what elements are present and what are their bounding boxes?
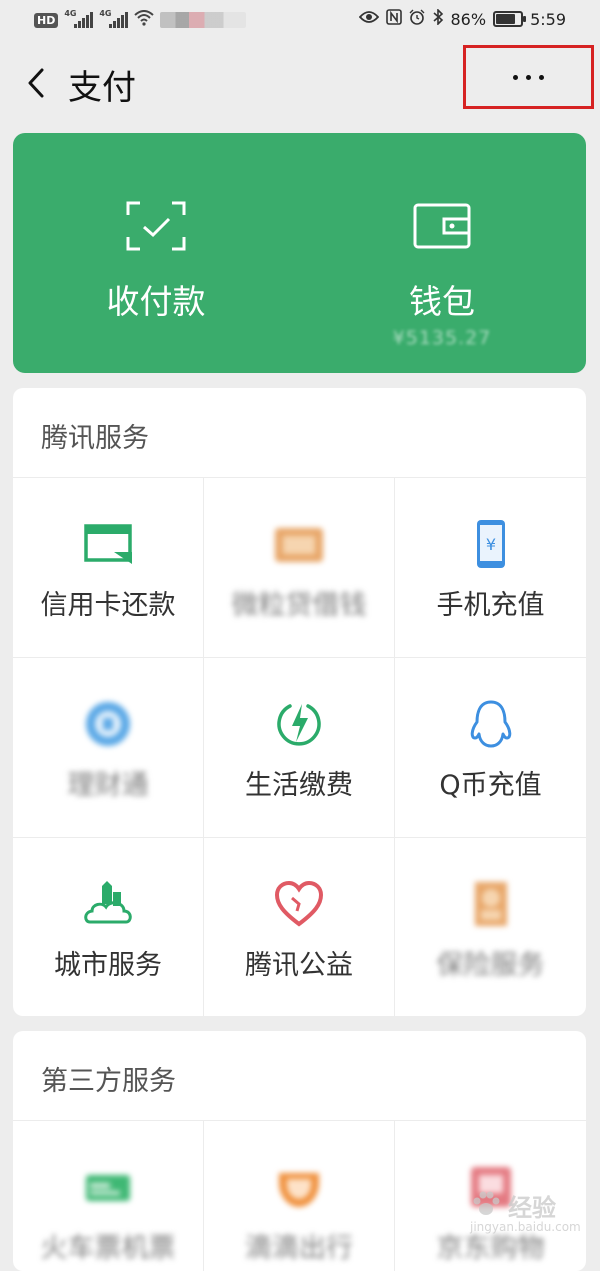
status-bar: HD 4G 4G 86% 5:59 (0, 0, 600, 42)
service-label: 城市服务 (54, 950, 162, 981)
city-service-icon (82, 878, 134, 930)
section-title: 腾讯服务 (41, 423, 149, 454)
eye-icon (358, 10, 379, 28)
pay-card: 收付款 钱包 ¥5135.27 (13, 133, 586, 373)
alarm-icon (409, 9, 425, 29)
nfc-icon (385, 9, 402, 29)
section-title: 第三方服务 (41, 1066, 176, 1097)
paw-logo-icon (470, 1190, 502, 1218)
service-label: 微粒贷借钱 (231, 590, 367, 621)
battery-icon (493, 11, 527, 27)
insurance-icon (465, 878, 517, 930)
service-label: 腾讯公益 (245, 950, 353, 981)
service-phone-recharge[interactable]: ¥ 手机充值 (395, 477, 586, 657)
service-qcoin[interactable]: Q币充值 (395, 657, 586, 837)
tencent-services-grid: 信用卡还款 微粒贷借钱 ¥ 手机充值 理财通 生活缴费 Q币充值 城市服务 腾讯… (13, 477, 586, 1016)
clock-time: 5:59 (530, 9, 566, 29)
wallet-icon (412, 201, 472, 251)
service-credit-card[interactable]: 信用卡还款 (13, 477, 204, 657)
service-label: 信用卡还款 (40, 590, 176, 621)
credit-card-icon (82, 518, 134, 570)
signal-1-icon: 4G (64, 9, 94, 28)
wallet-button[interactable]: 钱包 ¥5135.27 (299, 133, 585, 373)
service-train-ticket[interactable]: 火车票机票 (13, 1120, 204, 1271)
didi-icon (273, 1161, 325, 1213)
battery-percent: 86% (450, 9, 487, 29)
status-left: HD 4G 4G (34, 9, 247, 30)
svg-text:¥: ¥ (485, 535, 495, 554)
collect-pay-label: 收付款 (106, 282, 206, 321)
train-ticket-icon (82, 1161, 134, 1213)
service-didi[interactable]: 滴滴出行 (204, 1120, 395, 1271)
service-label: 火车票机票 (40, 1233, 176, 1264)
signal-2-icon: 4G (99, 9, 129, 28)
wifi-icon (134, 10, 155, 30)
tencent-services-section: 腾讯服务 信用卡还款 微粒贷借钱 ¥ 手机充值 理财通 生活缴费 Q币充值 城市… (13, 388, 586, 1016)
service-wealth[interactable]: 理财通 (13, 657, 204, 837)
qq-penguin-icon (465, 698, 517, 750)
blurred-notification-icons (160, 12, 247, 28)
status-right: 86% 5:59 (358, 8, 566, 29)
bluetooth-icon (432, 8, 444, 29)
back-arrow-icon[interactable] (22, 64, 52, 102)
service-label: 生活缴费 (245, 770, 353, 801)
more-dot-icon (539, 74, 544, 80)
service-label: 滴滴出行 (245, 1233, 353, 1264)
charity-heart-icon (273, 878, 325, 930)
more-dot-icon (526, 74, 531, 80)
service-charity[interactable]: 腾讯公益 (204, 837, 395, 1016)
battery-fill (496, 14, 515, 24)
hd-badge: HD (34, 12, 59, 28)
page-title: 支付 (68, 68, 136, 108)
more-dot-icon (513, 74, 518, 80)
scan-check-icon (126, 201, 186, 251)
service-label: Q币充值 (439, 770, 542, 801)
watermark-url: jingyan.baidu.com (470, 1220, 581, 1234)
wealth-icon (82, 698, 134, 750)
phone-recharge-icon: ¥ (465, 518, 517, 570)
wallet-balance: ¥5135.27 (392, 327, 492, 349)
service-insurance[interactable]: 保险服务 (395, 837, 586, 1016)
collect-pay-button[interactable]: 收付款 (13, 133, 299, 373)
network-label-2: 4G (99, 9, 112, 18)
more-options-button[interactable] (463, 45, 594, 109)
service-label: 保险服务 (436, 950, 545, 981)
network-label-1: 4G (64, 9, 77, 18)
loan-icon (273, 518, 325, 570)
utility-bill-icon (273, 698, 325, 750)
baidu-jingyan-watermark: 经验 jingyan.baidu.com (470, 1188, 590, 1238)
service-label: 手机充值 (436, 590, 545, 621)
service-utility[interactable]: 生活缴费 (204, 657, 395, 837)
title-bar: 支付 (0, 42, 600, 124)
watermark-brand: 经验 (508, 1194, 556, 1222)
wallet-label: 钱包 (409, 282, 475, 321)
service-loan[interactable]: 微粒贷借钱 (204, 477, 395, 657)
service-label: 理财通 (67, 770, 149, 801)
service-city[interactable]: 城市服务 (13, 837, 204, 1016)
